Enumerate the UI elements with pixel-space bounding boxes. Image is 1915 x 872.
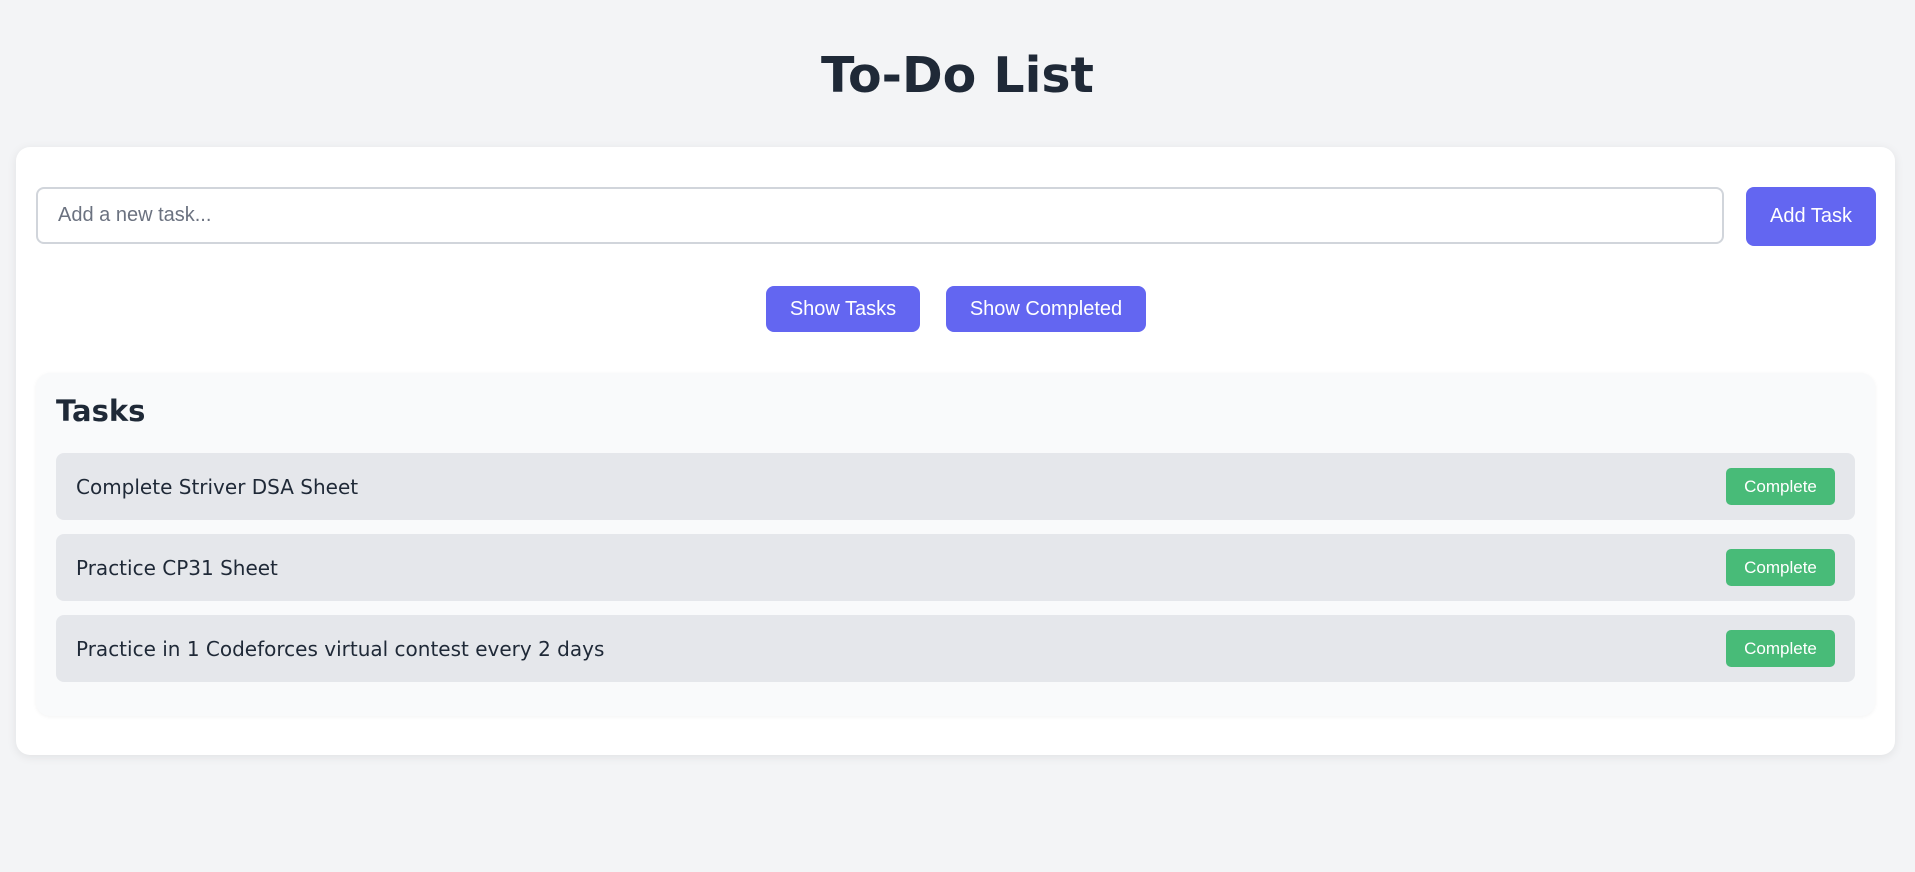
task-item: Practice in 1 Codeforces virtual contest… — [56, 615, 1855, 682]
task-text: Practice in 1 Codeforces virtual contest… — [76, 636, 605, 661]
page-title: To-Do List — [821, 47, 1094, 104]
new-task-input[interactable] — [36, 187, 1724, 244]
complete-button[interactable]: Complete — [1726, 549, 1835, 586]
task-text: Complete Striver DSA Sheet — [76, 474, 359, 499]
show-completed-button[interactable]: Show Completed — [946, 286, 1146, 332]
task-text: Practice CP31 Sheet — [76, 555, 278, 580]
complete-button[interactable]: Complete — [1726, 468, 1835, 505]
tasks-heading: Tasks — [56, 394, 146, 428]
complete-button[interactable]: Complete — [1726, 630, 1835, 667]
show-tasks-button[interactable]: Show Tasks — [766, 286, 920, 332]
task-list: Complete Striver DSA Sheet Complete Prac… — [56, 453, 1855, 696]
tasks-panel: Tasks Complete Striver DSA Sheet Complet… — [36, 373, 1875, 716]
add-task-button[interactable]: Add Task — [1746, 187, 1876, 246]
task-item: Practice CP31 Sheet Complete — [56, 534, 1855, 601]
todo-card: Add Task Show Tasks Show Completed Tasks… — [16, 147, 1895, 755]
task-item: Complete Striver DSA Sheet Complete — [56, 453, 1855, 520]
